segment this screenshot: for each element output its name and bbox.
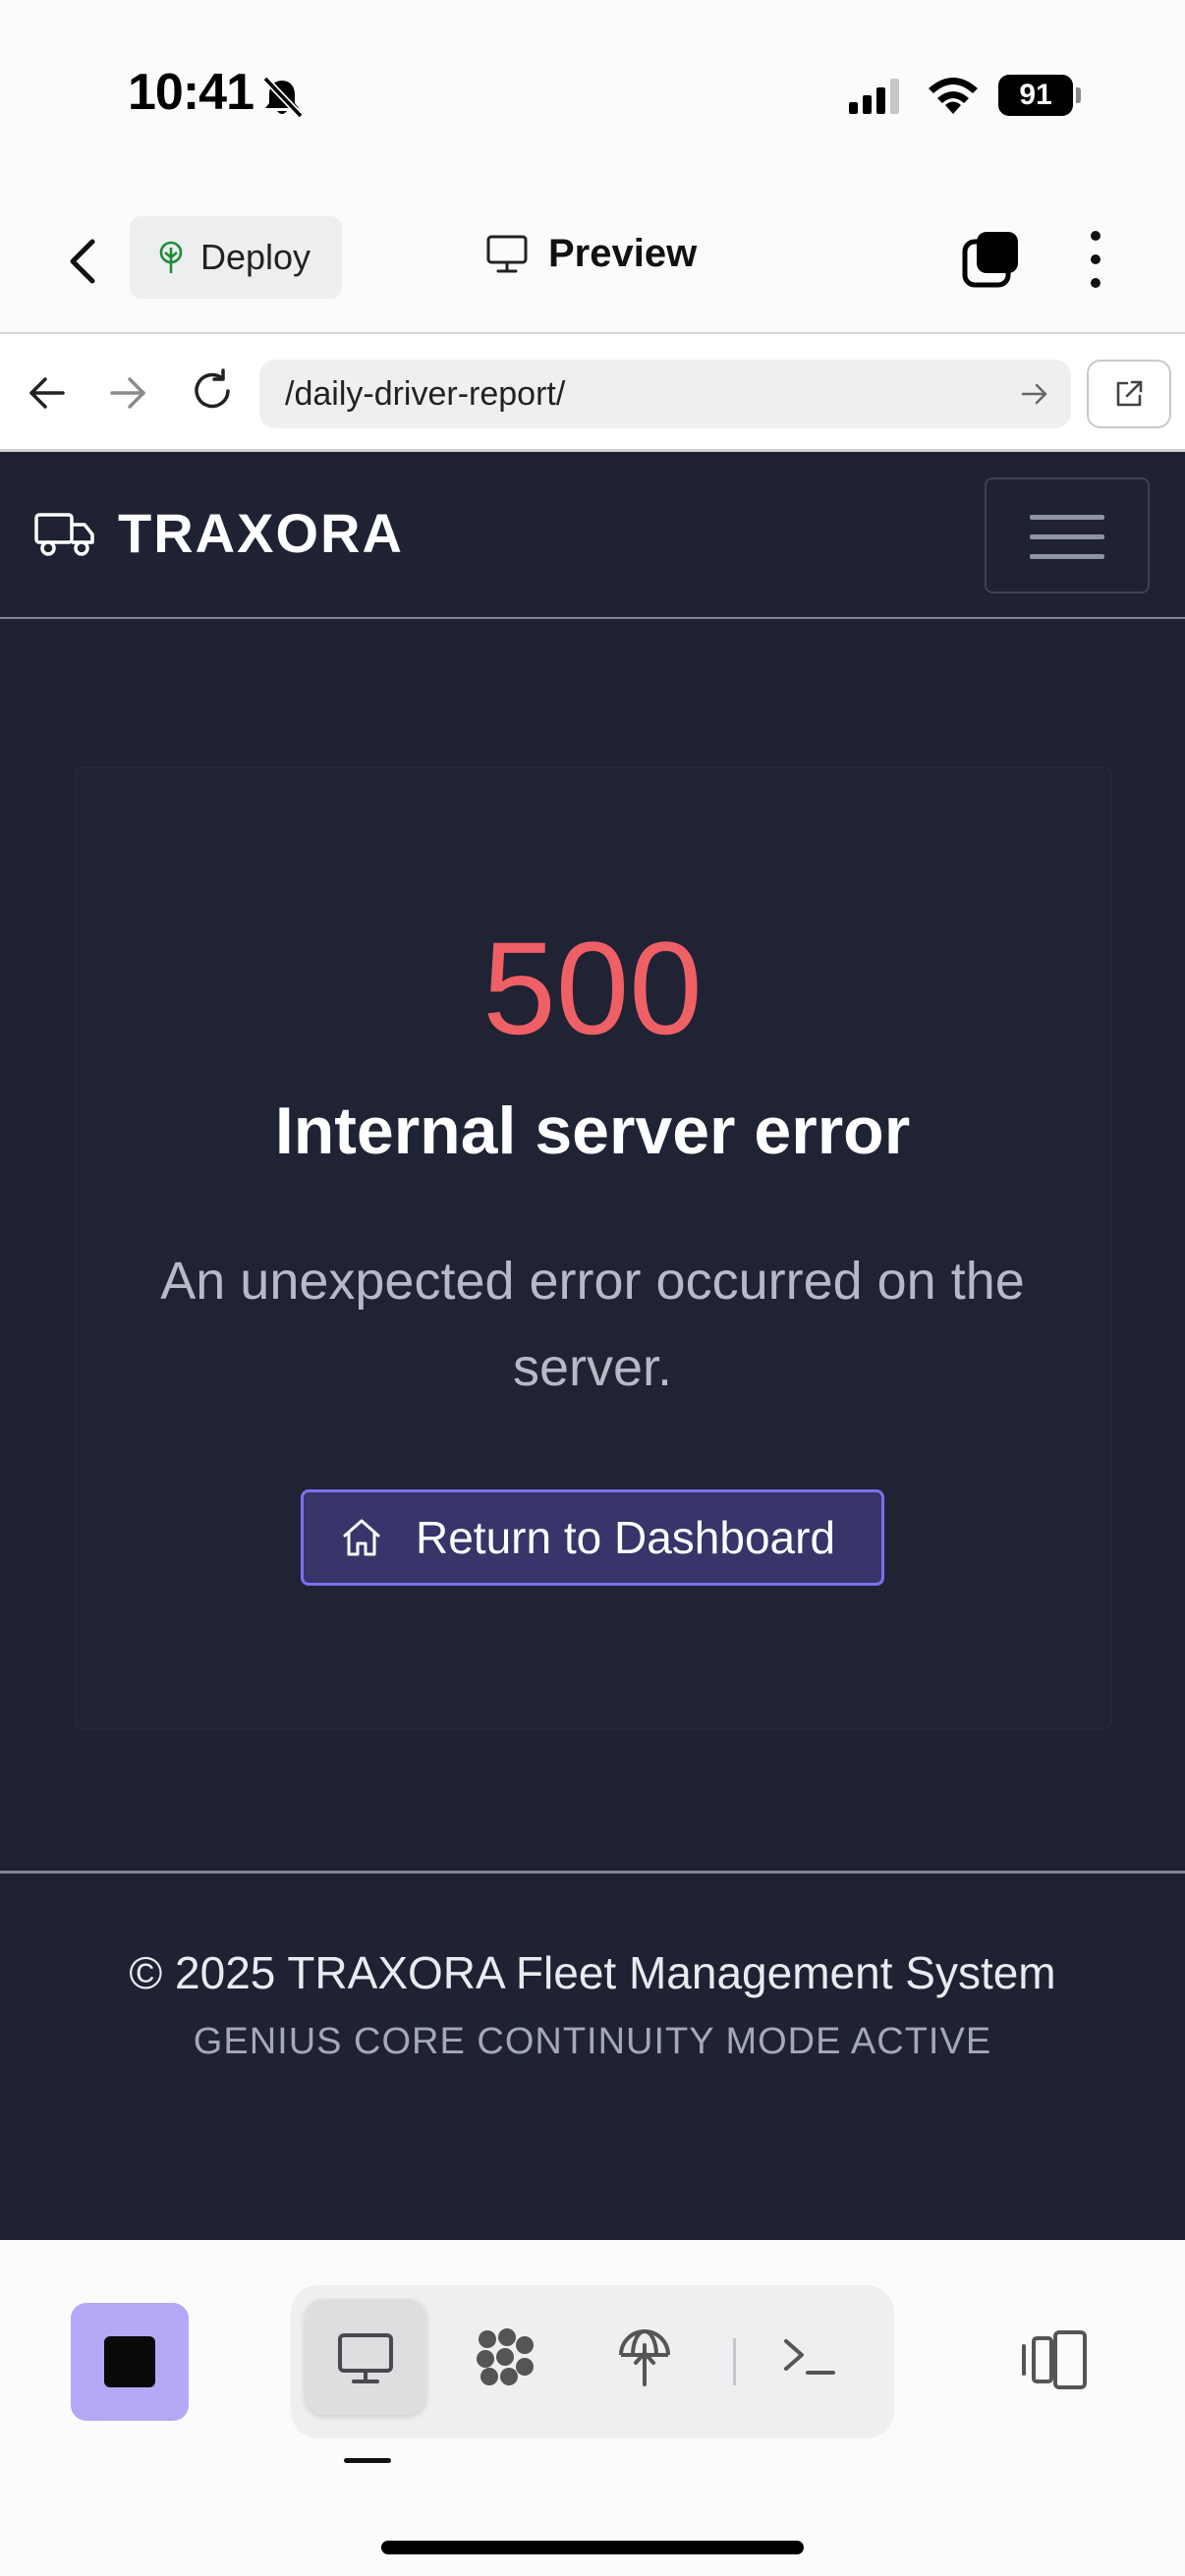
deploy-tree-icon [159, 241, 183, 273]
browser-url-bar: /daily-driver-report/ [0, 334, 1185, 452]
return-to-dashboard-button[interactable]: Return to Dashboard [301, 1489, 884, 1586]
stop-button[interactable] [71, 2303, 189, 2421]
deploy-icon [619, 2329, 670, 2386]
cluster-icon [477, 2328, 534, 2385]
web-page: TRAXORA 500 Internal server error An une… [0, 452, 1185, 2240]
battery-level: 91 [998, 75, 1073, 116]
reload-icon[interactable] [189, 367, 236, 415]
wifi-icon [929, 78, 978, 114]
preview-label: Preview [548, 232, 698, 275]
side-panel-icon[interactable] [1020, 2328, 1089, 2391]
monitor-icon [338, 2333, 393, 2383]
hamburger-line [1030, 515, 1104, 520]
bottom-toolbar [0, 2240, 1185, 2576]
battery-indicator: 91 [998, 75, 1081, 116]
tabs-icon[interactable] [961, 230, 1020, 289]
nav-back-icon[interactable] [26, 373, 69, 413]
navbar-toggle-button[interactable] [985, 477, 1150, 593]
home-indicator [381, 2541, 804, 2554]
footer-mode-status: GENIUS CORE CONTINUITY MODE ACTIVE [193, 2021, 992, 2062]
nav-forward-icon[interactable] [106, 373, 149, 413]
cellular-signal-icon [849, 79, 899, 114]
site-navbar: TRAXORA [0, 452, 1185, 619]
error-title: Internal server error [274, 1093, 911, 1168]
view-terminal-tab[interactable] [749, 2299, 871, 2415]
site-footer: © 2025 TRAXORA Fleet Management System G… [0, 1871, 1185, 2240]
truck-icon [34, 513, 94, 556]
error-code: 500 [482, 916, 703, 1062]
view-cluster-tab[interactable] [444, 2299, 566, 2415]
status-bar: 10:41 91 [0, 0, 1185, 187]
return-to-dashboard-label: Return to Dashboard [416, 1512, 836, 1563]
view-switcher [291, 2285, 894, 2438]
bell-muted-icon [262, 76, 304, 119]
monitor-icon [486, 235, 528, 272]
app-top-bar: Deploy Preview [0, 187, 1185, 334]
footer-copyright: © 2025 TRAXORA Fleet Management System [129, 1947, 1056, 1998]
brand-name[interactable]: TRAXORA [118, 501, 404, 565]
open-external-button[interactable] [1087, 360, 1171, 428]
view-deploy-tab[interactable] [584, 2299, 705, 2415]
hamburger-line [1030, 534, 1104, 539]
deploy-button[interactable]: Deploy [130, 216, 342, 299]
home-icon [343, 1519, 380, 1556]
url-text: /daily-driver-report/ [285, 374, 566, 413]
deploy-label: Deploy [200, 237, 311, 277]
more-options-icon[interactable] [1081, 228, 1110, 291]
hamburger-line [1030, 554, 1104, 559]
status-time: 10:41 [128, 64, 254, 121]
back-chevron-icon[interactable] [61, 234, 104, 289]
url-go-arrow-icon[interactable] [1020, 381, 1049, 407]
stop-icon [104, 2336, 155, 2387]
terminal-icon [784, 2339, 835, 2375]
external-link-icon [1116, 380, 1143, 407]
error-message: An unexpected error occurred on the serv… [160, 1252, 1025, 1397]
segment-divider [733, 2338, 736, 2385]
preview-title: Preview [485, 232, 697, 276]
url-input[interactable]: /daily-driver-report/ [259, 360, 1071, 428]
view-preview-tab[interactable] [305, 2299, 426, 2415]
active-tab-indicator [344, 2458, 391, 2463]
